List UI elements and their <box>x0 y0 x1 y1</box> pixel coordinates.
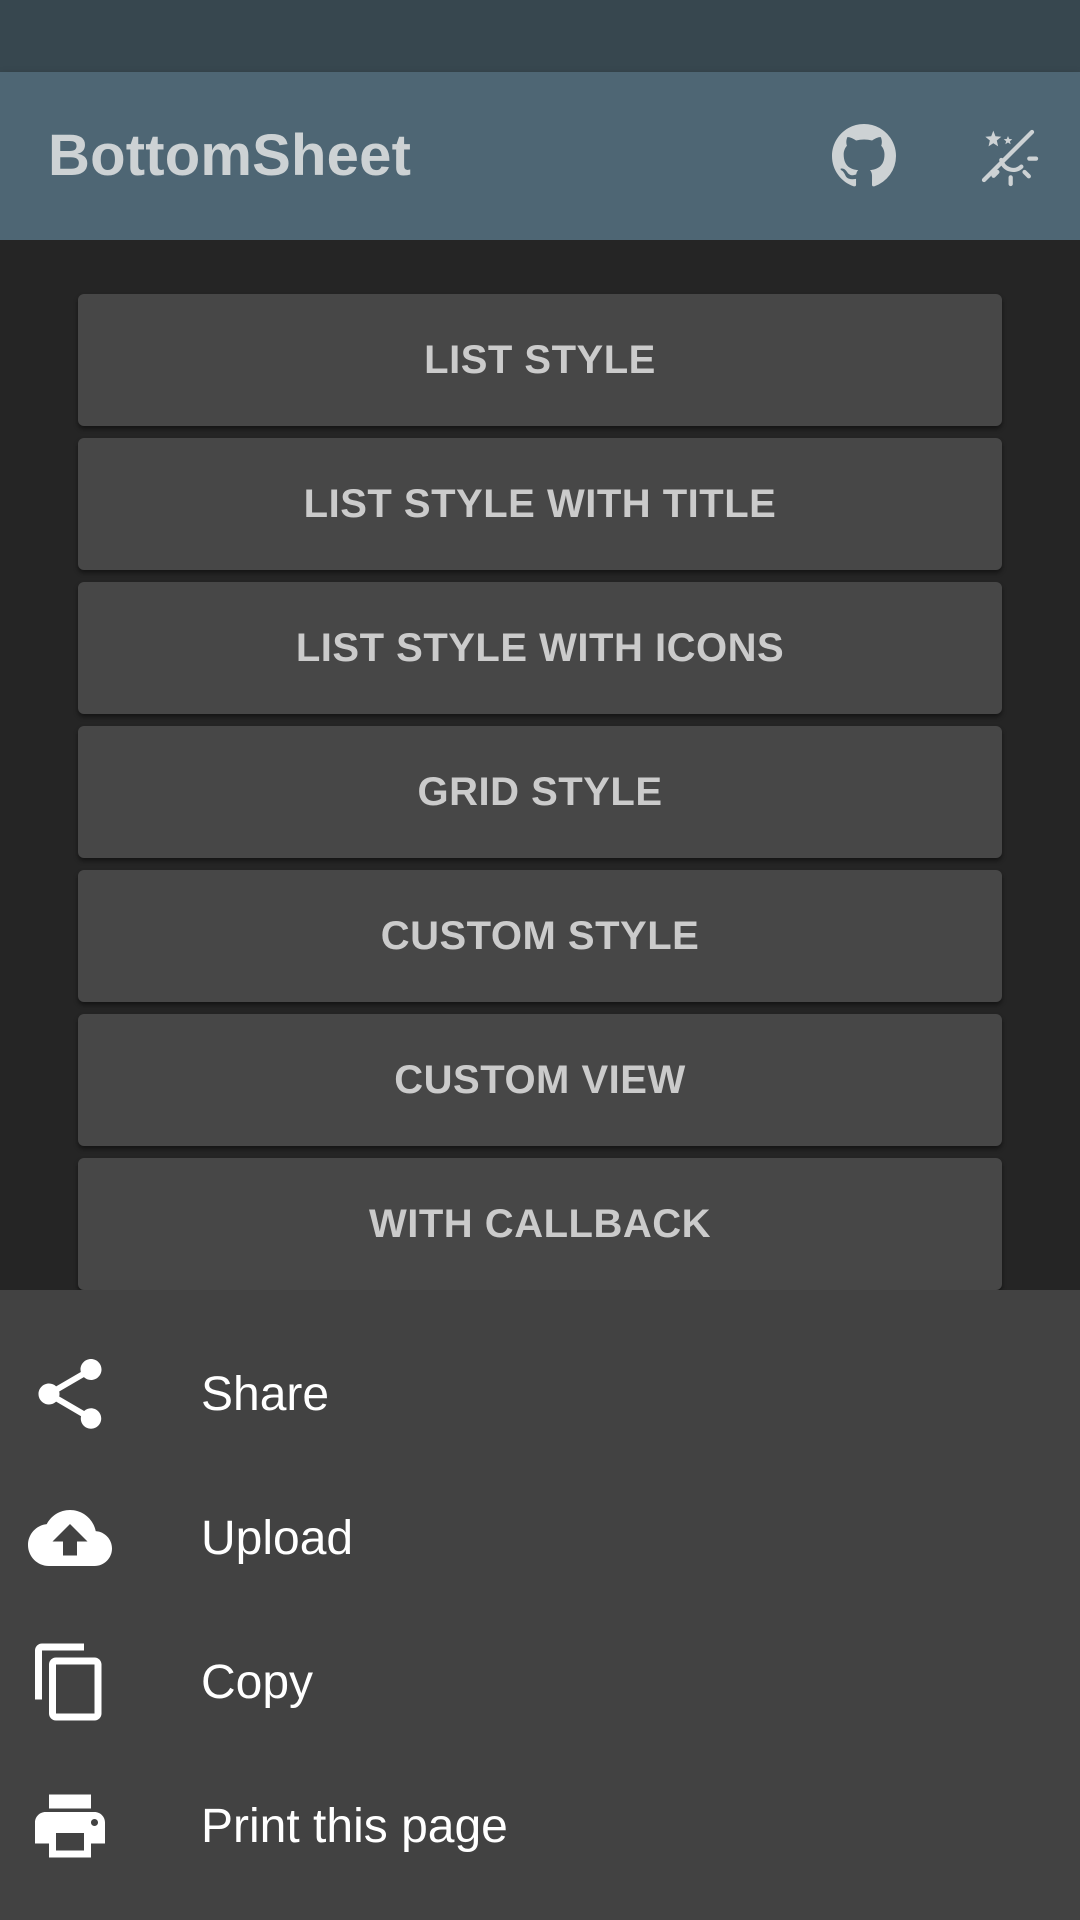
with-callback-button[interactable]: WITH CALLBACK <box>78 1158 1002 1290</box>
theme-toggle-icon <box>981 129 1039 187</box>
theme-toggle-button[interactable] <box>972 120 1044 192</box>
app-title: BottomSheet <box>48 123 412 188</box>
list-style-with-icons-button[interactable]: LIST STYLE WITH ICONS <box>78 582 1002 714</box>
status-bar <box>0 0 1080 72</box>
github-icon <box>832 124 896 187</box>
cloud-upload-icon <box>28 1496 112 1580</box>
grid-style-button[interactable]: GRID STYLE <box>78 726 1002 858</box>
sheet-item-label: Share <box>201 1367 330 1421</box>
list-style-with-title-button[interactable]: LIST STYLE WITH TITLE <box>78 438 1002 570</box>
sheet-item-share[interactable]: Share <box>0 1322 1080 1466</box>
github-button[interactable] <box>828 120 900 192</box>
share-icon <box>28 1352 112 1436</box>
app-bar: BottomSheet <box>0 72 1080 240</box>
custom-view-button[interactable]: CUSTOM VIEW <box>78 1014 1002 1146</box>
bottom-sheet: Share Upload Copy Print this page <box>0 1290 1080 1920</box>
sheet-item-copy[interactable]: Copy <box>0 1610 1080 1754</box>
sheet-item-label: Upload <box>201 1511 354 1565</box>
list-style-button[interactable]: LIST STYLE <box>78 294 1002 426</box>
custom-style-button[interactable]: CUSTOM STYLE <box>78 870 1002 1002</box>
sheet-item-label: Print this page <box>201 1799 508 1853</box>
copy-icon <box>28 1640 112 1724</box>
sheet-item-upload[interactable]: Upload <box>0 1466 1080 1610</box>
print-icon <box>28 1784 112 1868</box>
button-list: LIST STYLE LIST STYLE WITH TITLE LIST ST… <box>0 240 1080 1290</box>
sheet-item-label: Copy <box>201 1655 314 1709</box>
sheet-item-print[interactable]: Print this page <box>0 1754 1080 1898</box>
